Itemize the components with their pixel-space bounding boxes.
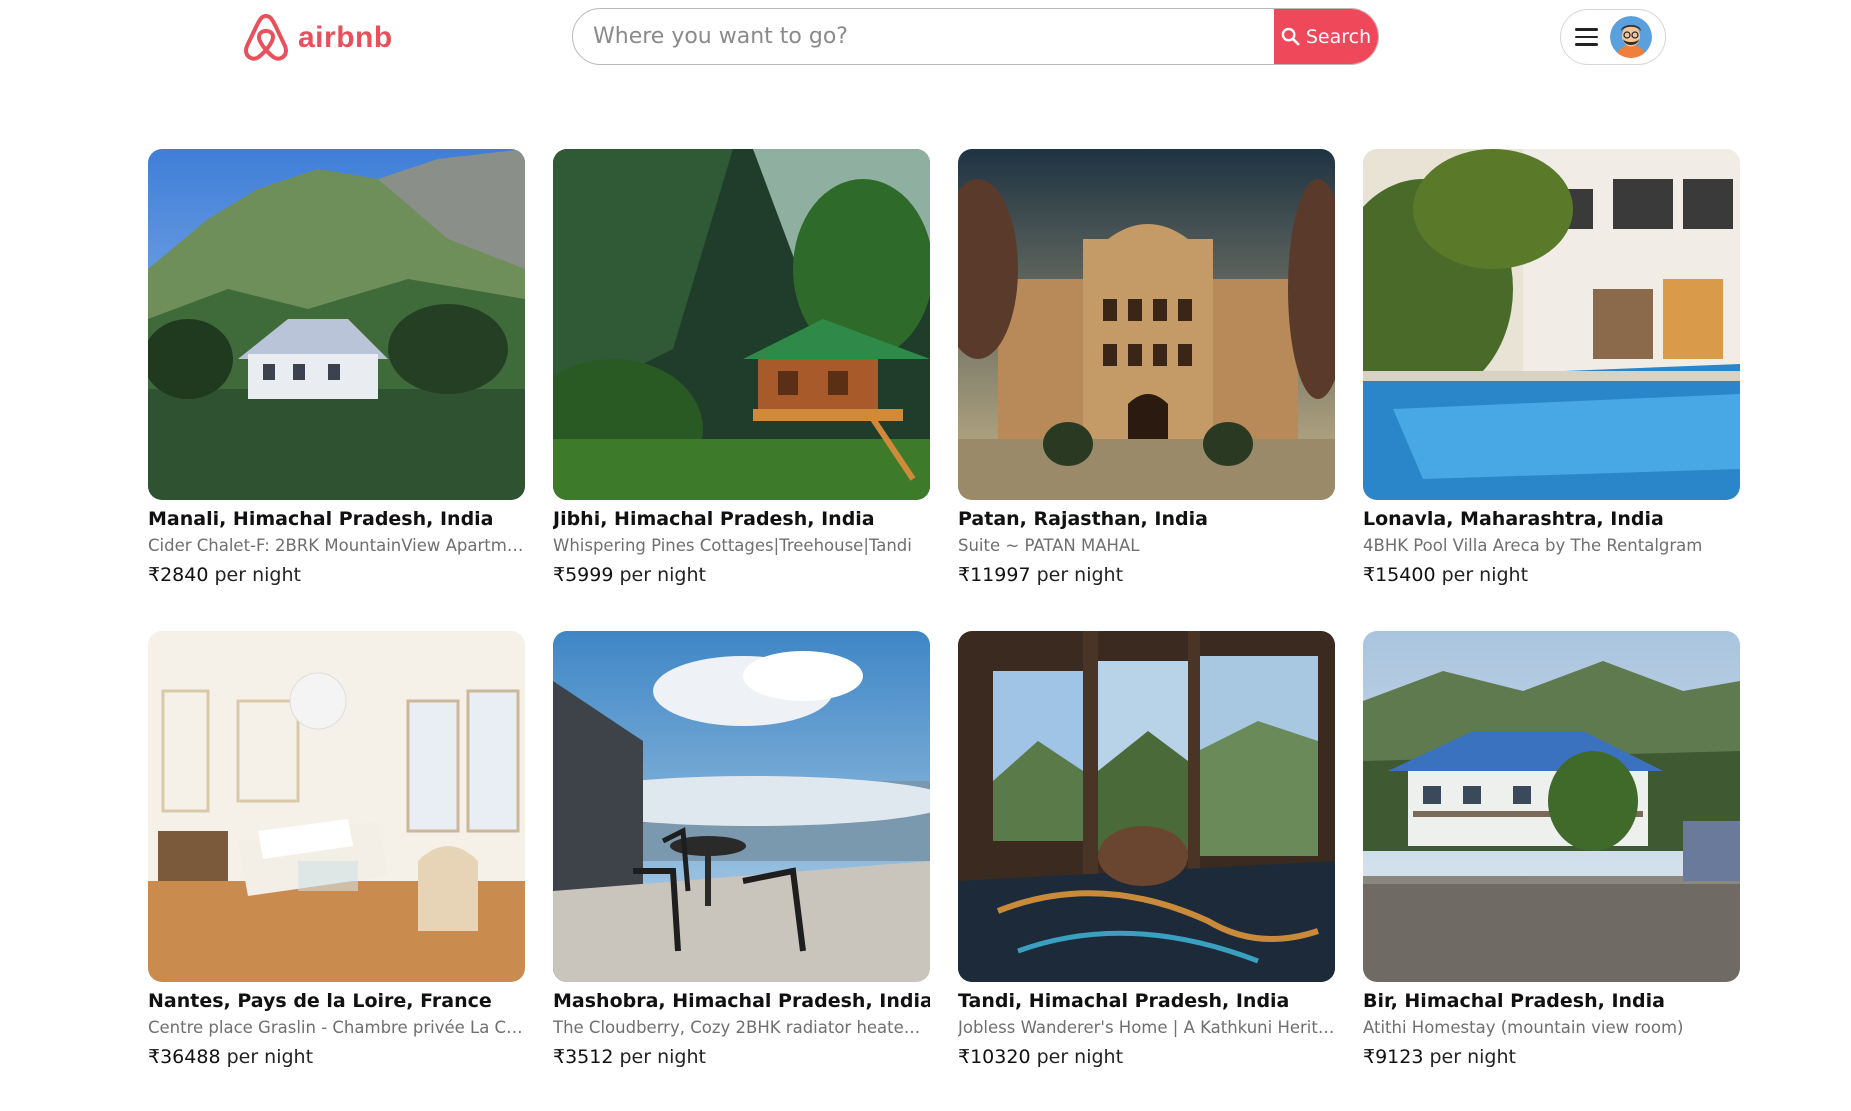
listing-title: Suite ~ PATAN MAHAL [958, 536, 1140, 555]
price-unit: per night [1036, 564, 1124, 586]
listing-photo[interactable] [1363, 631, 1740, 982]
listing-title: Centre place Graslin - Chambre privée La… [148, 1018, 525, 1037]
listing-price-line: ₹9123 per night [1363, 1046, 1740, 1068]
listing-photo[interactable] [148, 631, 525, 982]
listing-card[interactable]: Jibhi, Himachal Pradesh, India Whisperin… [553, 149, 930, 586]
price-unit: per night [619, 1046, 706, 1068]
listing-grid: Manali, Himachal Pradesh, India Cider Ch… [148, 149, 1740, 1068]
listing-title: Jobless Wanderer's Home | A Kathkuni Her… [958, 1018, 1335, 1037]
listing-title: 4BHK Pool Villa Areca by The Rentalgram [1363, 536, 1703, 555]
listing-price-line: ₹15400 per night [1363, 564, 1740, 586]
price-unit: per night [214, 564, 301, 586]
price-unit: per night [1429, 1046, 1516, 1068]
listing-location: Patan, Rajasthan, India [958, 508, 1208, 530]
listing-price: ₹3512 [553, 1046, 614, 1068]
listing-price: ₹15400 [1363, 564, 1436, 586]
listing-card[interactable]: Patan, Rajasthan, India Suite ~ PATAN MA… [958, 149, 1335, 586]
listing-price-line: ₹5999 per night [553, 564, 930, 586]
listing-price-line: ₹11997 per night [958, 564, 1335, 586]
user-menu-button[interactable] [1560, 9, 1666, 65]
listing-location: Jibhi, Himachal Pradesh, India [553, 508, 875, 530]
listing-price: ₹10320 [958, 1046, 1031, 1068]
hamburger-menu-icon [1575, 28, 1598, 46]
listing-photo[interactable] [958, 149, 1335, 500]
listing-price-line: ₹10320 per night [958, 1046, 1335, 1068]
listing-price: ₹36488 [148, 1046, 221, 1068]
listing-title: Whispering Pines Cottages|Treehouse|Tand… [553, 536, 912, 555]
price-unit: per night [1036, 1046, 1124, 1068]
listing-price: ₹5999 [553, 564, 614, 586]
listing-location: Lonavla, Maharashtra, India [1363, 508, 1664, 530]
price-unit: per night [1441, 564, 1529, 586]
listing-card[interactable]: Bir, Himachal Pradesh, India Atithi Home… [1363, 631, 1740, 1068]
listing-price-line: ₹36488 per night [148, 1046, 525, 1068]
listing-title: The Cloudberry, Cozy 2BHK radiator heate… [553, 1018, 930, 1037]
listing-card[interactable]: Tandi, Himachal Pradesh, India Jobless W… [958, 631, 1335, 1068]
listing-card[interactable]: Nantes, Pays de la Loire, France Centre … [148, 631, 525, 1068]
price-unit: per night [226, 1046, 314, 1068]
listing-photo[interactable] [1363, 149, 1740, 500]
user-avatar [1610, 16, 1652, 58]
top-header: airbnb Search [0, 0, 1851, 75]
search-bar: Search [572, 8, 1379, 65]
airbnb-logo[interactable]: airbnb [242, 12, 393, 64]
airbnb-logo-icon [244, 14, 288, 61]
logo-text: airbnb [298, 21, 393, 54]
listing-price: ₹2840 [148, 564, 209, 586]
listing-photo[interactable] [148, 149, 525, 500]
listing-location: Manali, Himachal Pradesh, India [148, 508, 494, 530]
listing-photo[interactable] [958, 631, 1335, 982]
listing-location: Bir, Himachal Pradesh, India [1363, 990, 1665, 1012]
listing-title: Atithi Homestay (mountain view room) [1363, 1018, 1684, 1037]
search-icon [1281, 27, 1300, 46]
listing-photo[interactable] [553, 631, 930, 982]
listing-price: ₹11997 [958, 564, 1031, 586]
listing-location: Nantes, Pays de la Loire, France [148, 990, 492, 1012]
search-button-label: Search [1305, 25, 1372, 48]
listing-location: Mashobra, Himachal Pradesh, India [553, 990, 930, 1012]
listing-price: ₹9123 [1363, 1046, 1424, 1068]
listing-price-line: ₹3512 per night [553, 1046, 930, 1068]
listing-card[interactable]: Lonavla, Maharashtra, India 4BHK Pool Vi… [1363, 149, 1740, 586]
listing-title: Cider Chalet-F: 2BRK MountainView Apartm… [148, 536, 525, 555]
price-unit: per night [619, 564, 706, 586]
search-button[interactable]: Search [1274, 9, 1378, 64]
listing-card[interactable]: Mashobra, Himachal Pradesh, India The Cl… [553, 631, 930, 1068]
listing-location: Tandi, Himachal Pradesh, India [958, 990, 1290, 1012]
listing-card[interactable]: Manali, Himachal Pradesh, India Cider Ch… [148, 149, 525, 586]
listing-photo[interactable] [553, 149, 930, 500]
listing-price-line: ₹2840 per night [148, 564, 525, 586]
search-input[interactable] [573, 9, 1274, 64]
